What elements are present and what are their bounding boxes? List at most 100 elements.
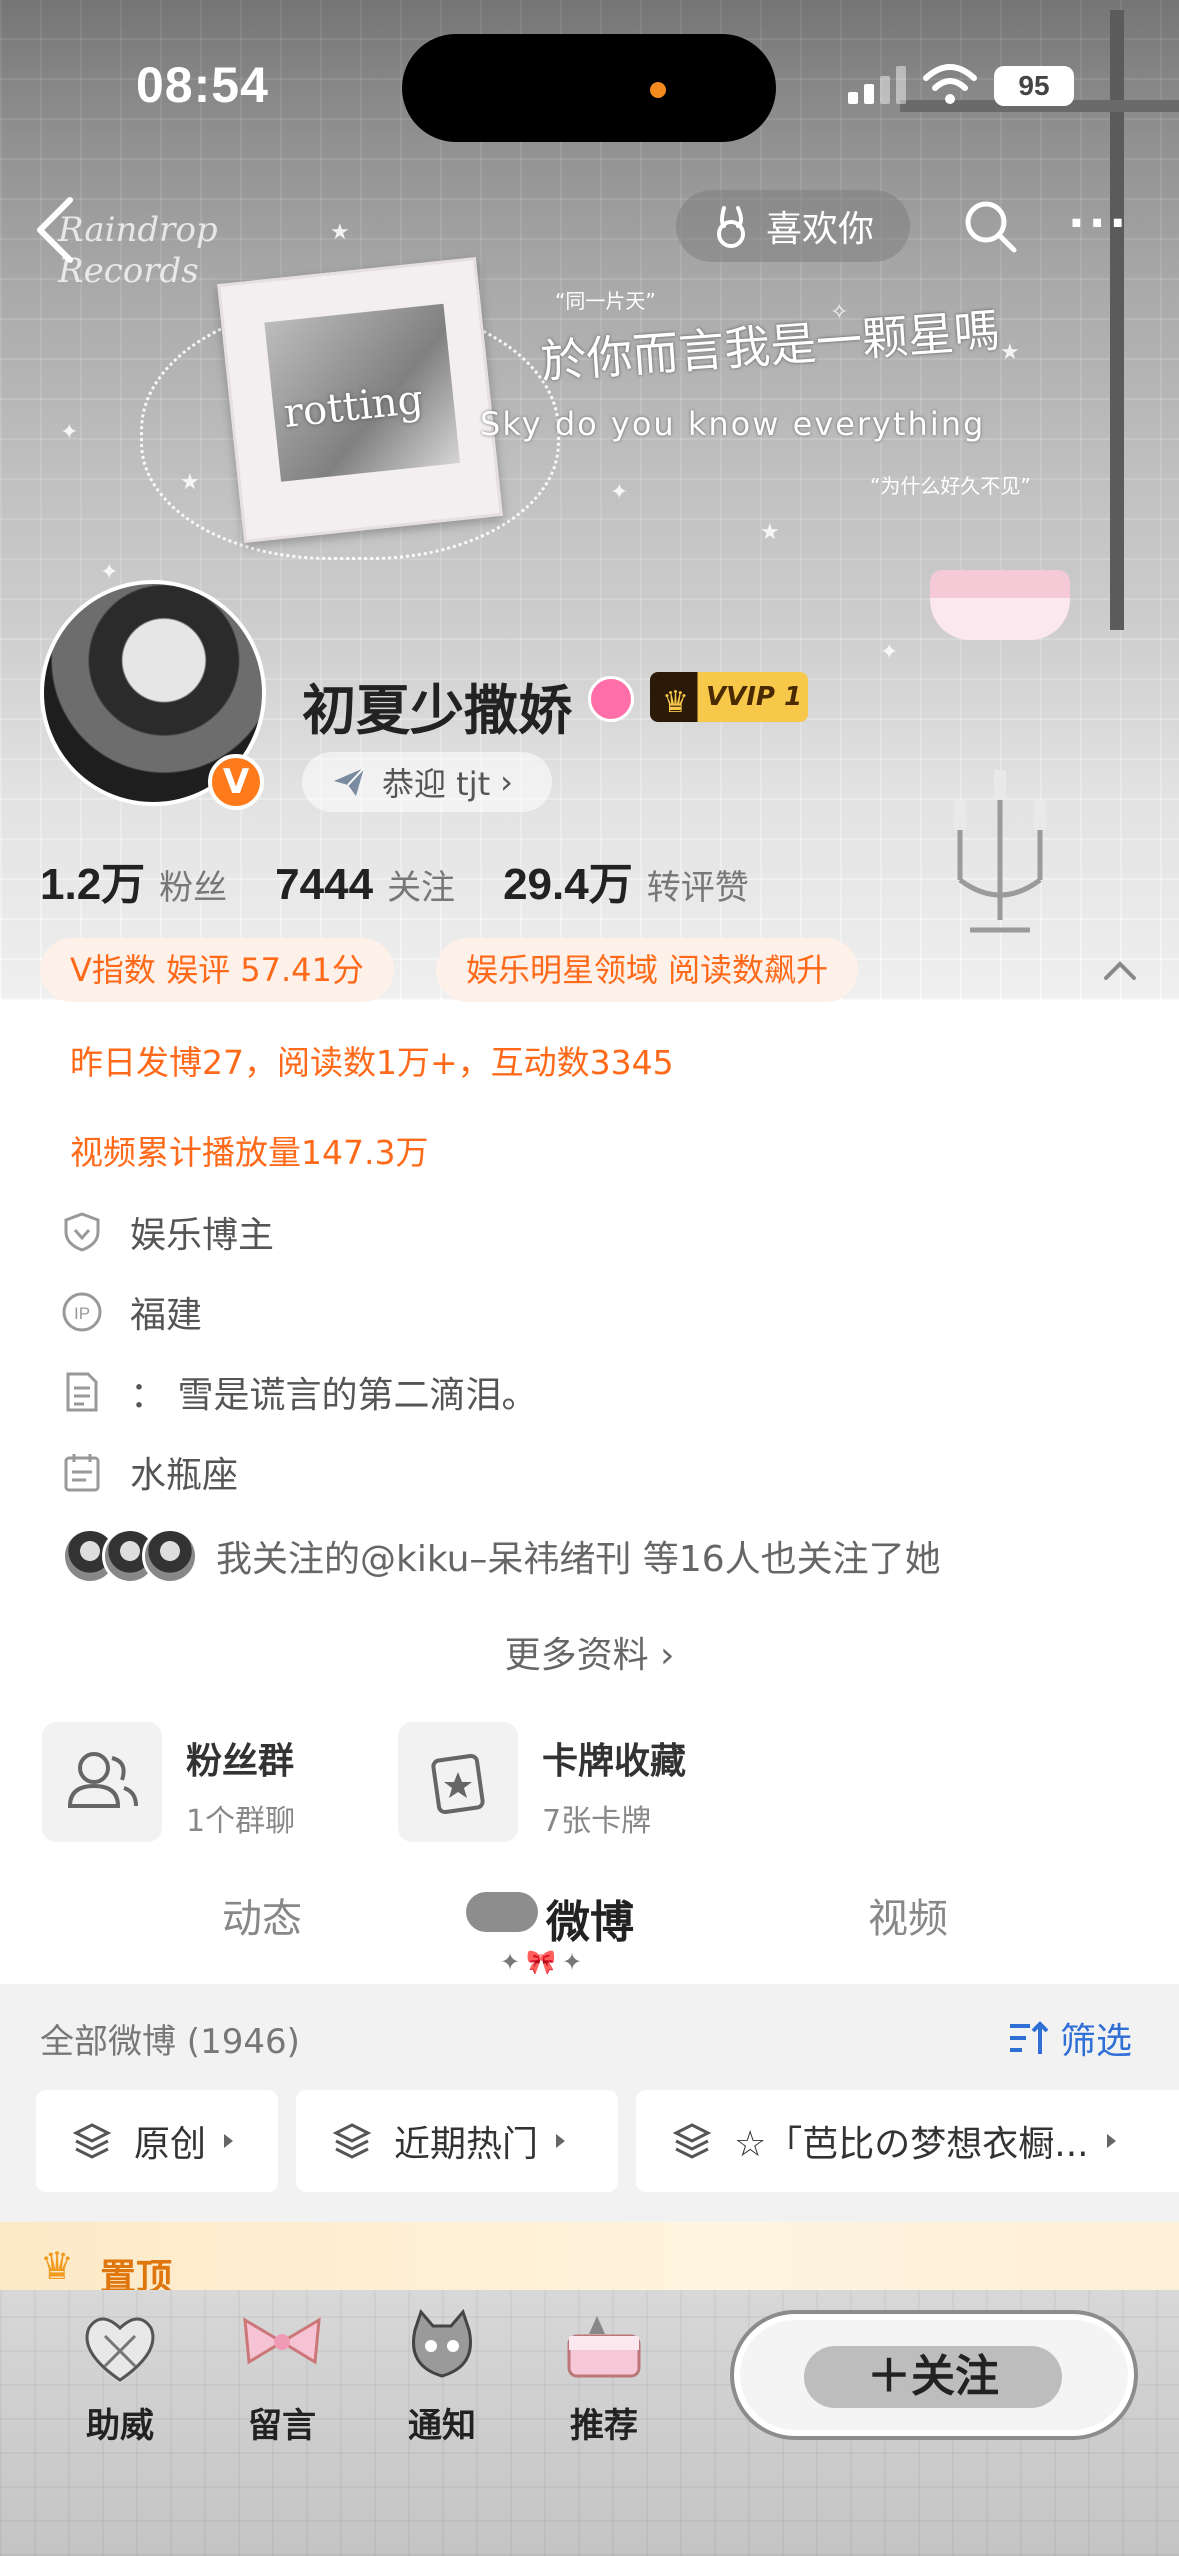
welcome-label: 恭迎 tjt	[382, 765, 491, 803]
layers-icon	[332, 2123, 372, 2159]
chip-label: 原创	[134, 2124, 207, 2165]
watermark-line: Records	[58, 250, 199, 291]
female-gender-icon	[588, 676, 634, 722]
wifi-icon	[923, 64, 977, 104]
cheer-icon	[85, 2317, 155, 2382]
vvip-level: 1	[784, 682, 803, 712]
fan-group-title[interactable]: 粉丝群	[186, 1732, 294, 1784]
card-collection-title[interactable]: 卡牌收藏	[542, 1732, 686, 1784]
star-icon: ✦	[60, 420, 79, 445]
card-collection-sub: 7张卡牌	[542, 1804, 652, 1839]
bunny-icon	[717, 206, 745, 248]
status-time: 08:54	[136, 57, 269, 113]
svg-text:IP: IP	[74, 1304, 90, 1323]
fan-group-card-icon[interactable]	[42, 1722, 162, 1842]
all-weibo-count: 全部微博 (1946)	[40, 2022, 300, 2062]
verified-badge: V	[208, 754, 264, 810]
recommend-button[interactable]: 推荐	[544, 2306, 664, 2447]
vvip-label: VVIP	[706, 682, 775, 712]
search-icon[interactable]	[960, 196, 1020, 256]
fan-group-sub: 1个群聊	[186, 1804, 296, 1839]
tab-weibo[interactable]: 微博	[546, 1886, 634, 1950]
like-you-button[interactable]: 喜欢你	[676, 190, 910, 262]
info-text: 福建	[130, 1295, 203, 1336]
stat-number: 7444	[275, 860, 374, 909]
cake-icon	[567, 2316, 641, 2378]
domain-tag[interactable]: 娱乐明星领域 阅读数飙升	[436, 938, 859, 1002]
info-row-category: 娱乐博主	[60, 1206, 274, 1258]
cat-icon	[412, 2309, 472, 2378]
caret-right-icon	[1106, 2134, 1116, 2148]
message-button[interactable]: 留言	[222, 2306, 342, 2447]
cover-lyric-en: Sky do you know everything	[480, 405, 986, 443]
layers-icon	[72, 2123, 112, 2159]
watermark-line: Raindrop	[58, 210, 218, 250]
document-icon	[66, 1372, 98, 1412]
bow-icon	[243, 2317, 321, 2365]
recommend-label: 推荐	[570, 2406, 638, 2446]
cover-watermark: Raindrop Records	[58, 210, 218, 292]
vvip-badge[interactable]: ♛ VVIP 1	[650, 672, 808, 722]
notify-button[interactable]: 通知	[382, 2306, 502, 2447]
more-options-icon[interactable]: ···	[1068, 202, 1138, 254]
stat-number: 1.2万	[40, 860, 146, 909]
info-text: 水瓶座	[130, 1455, 239, 1496]
tab-video[interactable]: 视频	[868, 1886, 948, 1944]
info-row-bio: ： 雪是谎言的第二滴泪。	[60, 1366, 537, 1418]
cake-sticker	[930, 570, 1070, 640]
tab-dynamics[interactable]: 动态	[222, 1886, 302, 1944]
crown-icon: ♛	[40, 2244, 75, 2288]
chevron-right-icon: ›	[500, 763, 513, 801]
stat-followers[interactable]: 1.2万 粉丝	[40, 848, 227, 912]
crown-icon: ♛	[662, 685, 689, 720]
star-icon: ✦	[100, 560, 119, 585]
follow-button[interactable]: ＋关注	[730, 2310, 1138, 2440]
tab-active-indicator: ✦🎀✦	[500, 1948, 589, 1976]
battery-indicator: 95	[994, 66, 1074, 106]
group-icon	[67, 1752, 138, 1808]
stat-following[interactable]: 7444 关注	[275, 860, 455, 910]
stat-number: 29.4万	[503, 860, 633, 909]
highlight-line: 昨日发博27，阅读数1万+，互动数3345	[70, 1043, 674, 1082]
mutual-follow-row[interactable]: 我关注的@kiku–呆祎绪刊 等16人也关注了她	[62, 1528, 941, 1584]
chip-recent-hot[interactable]: 近期热门	[296, 2090, 618, 2192]
chip-label: ☆「芭比の梦想衣橱...	[734, 2124, 1089, 2165]
v-index-tag[interactable]: V指数 娱评 57.41分	[40, 938, 394, 1002]
stat-interactions[interactable]: 29.4万 转评赞	[503, 848, 749, 912]
notify-label: 通知	[408, 2406, 476, 2446]
shield-icon	[64, 1212, 100, 1252]
cover-quote: “同一片天”	[555, 289, 656, 313]
caret-right-icon	[556, 2134, 566, 2148]
mutual-follow-text: 我关注的@kiku–呆祎绪刊 等16人也关注了她	[216, 1539, 941, 1580]
stat-label: 粉丝	[159, 868, 228, 908]
stat-label: 转评赞	[646, 868, 749, 908]
welcome-pill[interactable]: 恭迎 tjt ›	[302, 752, 552, 812]
recording-indicator	[650, 82, 666, 98]
chip-original[interactable]: 原创	[36, 2090, 278, 2192]
chip-label: 近期热门	[394, 2124, 539, 2165]
card-collection-icon[interactable]	[398, 1722, 518, 1842]
filter-button[interactable]: 筛选	[1006, 2012, 1132, 2064]
filter-label: 筛选	[1060, 2021, 1133, 2062]
calendar-icon	[64, 1454, 100, 1492]
username: 初夏少撒娇	[302, 679, 572, 742]
star-icon: ★	[760, 520, 780, 545]
cheer-button[interactable]: 助威	[60, 2306, 180, 2447]
chevron-up-icon[interactable]	[1098, 948, 1142, 992]
polaroid-decor: rotting	[217, 257, 503, 543]
cheer-label: 助威	[86, 2406, 154, 2446]
caret-right-icon	[224, 2134, 234, 2148]
info-row-ip: IP 福建	[60, 1286, 202, 1338]
profile-stats: 1.2万 粉丝 7444 关注 29.4万 转评赞	[40, 848, 797, 912]
more-info-link[interactable]: 更多资料 ›	[0, 1626, 1179, 1678]
card-icon	[431, 1753, 485, 1815]
chip-collection[interactable]: ☆「芭比の梦想衣橱...	[636, 2090, 1179, 2192]
info-text: 娱乐博主	[130, 1215, 275, 1256]
candelabra-decor	[954, 770, 1046, 933]
star-icon: ✦	[610, 480, 629, 505]
star-icon: ✦	[880, 640, 899, 665]
mutual-avatar	[142, 1528, 198, 1584]
stat-label: 关注	[387, 868, 456, 908]
star-icon: ★	[330, 220, 350, 245]
message-label: 留言	[248, 2406, 316, 2446]
